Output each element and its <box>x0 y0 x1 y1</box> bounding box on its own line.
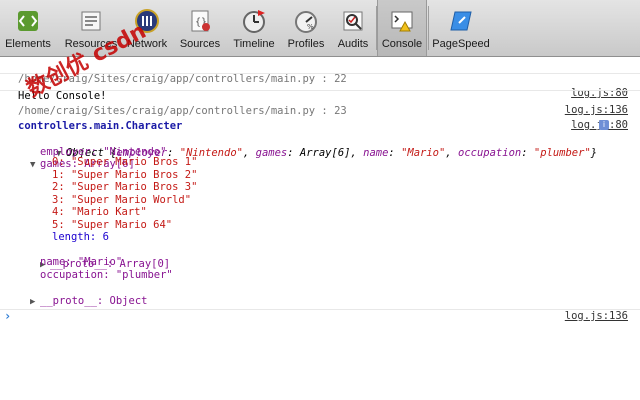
tab-timeline[interactable]: Timeline <box>229 0 279 56</box>
audits-icon <box>343 11 363 31</box>
tab-elements[interactable]: Elements <box>0 0 56 56</box>
elements-icon <box>18 11 38 31</box>
tab-profiles[interactable]: % Profiles <box>283 0 329 56</box>
console-message: Hello Console! log.js:136 <box>0 75 640 116</box>
array-item: 4: "Mario Kart" <box>52 206 147 218</box>
tab-console[interactable]: Console <box>377 0 427 56</box>
pagespeed-icon <box>450 11 472 31</box>
svg-text:%: % <box>307 23 314 31</box>
timeline-icon <box>243 10 265 33</box>
toolbar-separator <box>428 6 429 50</box>
info-icon[interactable]: i <box>599 120 609 130</box>
array-item: 0: "Super Mario Bros 1" <box>52 156 198 168</box>
tab-sources[interactable]: {} Sources <box>176 0 224 56</box>
console-message: /home/craig/Sites/craig/app/controllers/… <box>0 90 640 131</box>
console-message: controllers.main.Character <box>0 105 640 132</box>
source-link[interactable]: log.js:136 <box>565 309 628 323</box>
console-icon <box>391 11 413 32</box>
sources-icon: {} <box>191 10 210 32</box>
console-prompt-icon[interactable]: › <box>4 309 11 323</box>
profiles-icon: % <box>295 11 317 33</box>
message-divider <box>0 73 640 74</box>
array-length: length: 6 <box>52 231 109 243</box>
tab-audits[interactable]: Audits <box>333 0 373 56</box>
object-property: name: "Mario" <box>40 256 123 268</box>
object-summary-row[interactable]: ▼ Object {employer: "Nintendo", games: Ar… <box>0 118 640 159</box>
proto-property[interactable]: ▶ __proto__: Object <box>0 280 640 307</box>
console-panel[interactable]: /home/craig/Sites/craig/app/controllers/… <box>0 57 640 400</box>
message-divider <box>0 309 640 310</box>
console-message: log.js:136 <box>0 295 640 322</box>
array-item: 2: "Super Mario Bros 3" <box>52 181 198 193</box>
tab-pagespeed[interactable]: PageSpeed <box>430 0 492 56</box>
